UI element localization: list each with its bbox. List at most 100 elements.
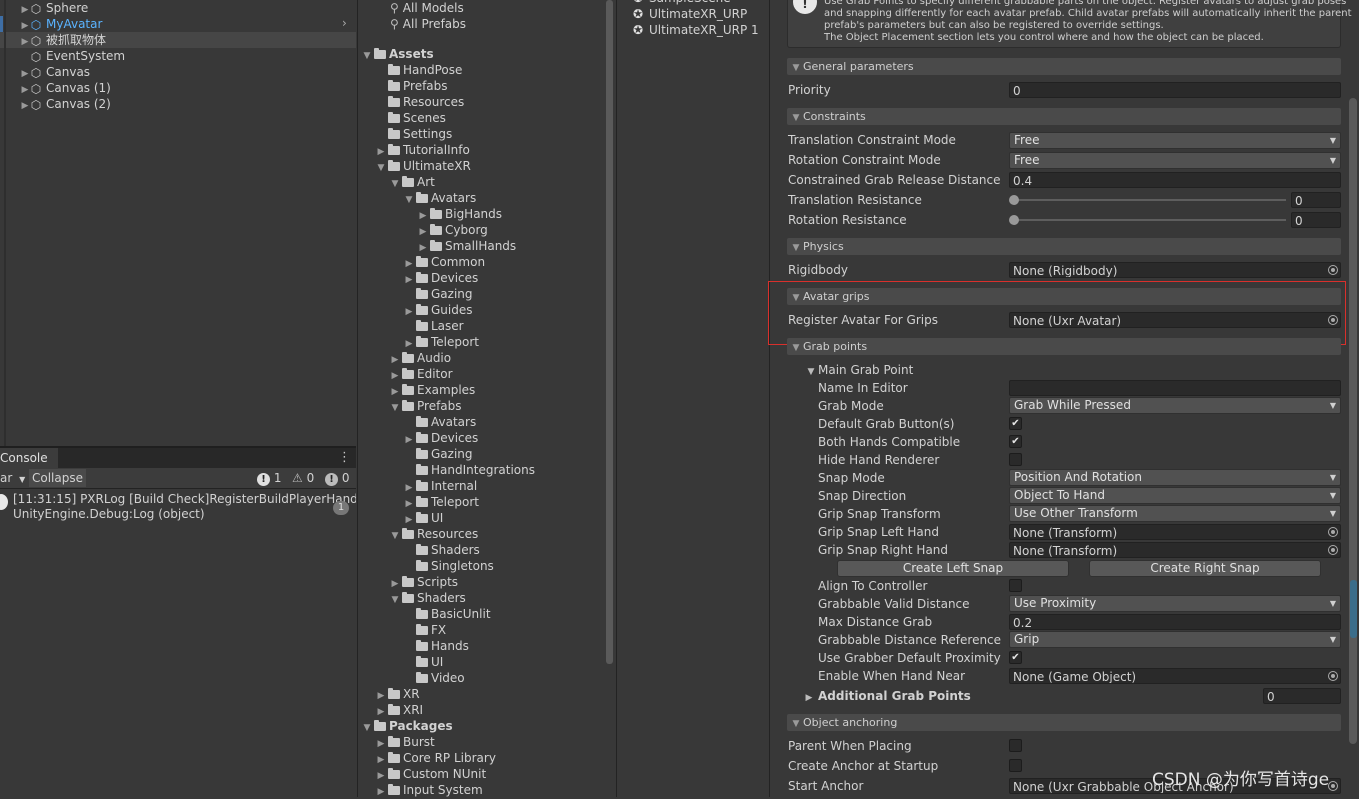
rotation-resistance-slider[interactable] <box>1013 219 1286 221</box>
foldout-open-icon[interactable]: ▼ <box>362 48 372 64</box>
project-folder-item[interactable]: ▼ Packages <box>362 718 453 734</box>
project-folder-item[interactable]: ▶ SmallHands <box>418 238 517 254</box>
project-folder-item[interactable]: ▼ Assets <box>362 46 434 62</box>
foldout-open-icon[interactable]: ▼ <box>390 176 400 192</box>
favorite-all-models[interactable]: ⚲ All Models <box>390 0 464 16</box>
object-anchoring-header[interactable]: ▼ Object anchoring <box>787 714 1341 731</box>
foldout-open-icon[interactable]: ▼ <box>362 720 372 736</box>
collapse-button[interactable]: Collapse <box>29 469 86 487</box>
grip-right-field[interactable]: None (Transform) <box>1009 542 1341 558</box>
foldout-closed-icon[interactable]: ▶ <box>376 784 386 797</box>
foldout-open-icon[interactable]: ▼ <box>390 528 400 544</box>
hierarchy-item[interactable]: ⬡ EventSystem <box>20 48 125 64</box>
project-folder-item[interactable]: HandIntegrations <box>404 462 535 478</box>
object-picker-icon[interactable] <box>1328 671 1338 681</box>
project-folder-item[interactable]: ▼ Shaders <box>390 590 466 606</box>
warning-count-toggle[interactable]: ⚠ 0 <box>292 469 314 487</box>
default-proximity-checkbox[interactable]: ✔ <box>1009 651 1022 664</box>
project-folder-item[interactable]: Singletons <box>404 558 494 574</box>
parent-placing-checkbox[interactable] <box>1009 739 1022 752</box>
project-folder-item[interactable]: ▼ UltimateXR <box>376 158 471 174</box>
foldout-open-icon[interactable]: ▼ <box>390 592 400 608</box>
hierarchy-item[interactable]: ▶ ⬡ Canvas (1) <box>20 80 111 96</box>
project-folder-item[interactable]: ▶ XRI <box>376 702 424 718</box>
project-asset-item[interactable]: ✪ UltimateXR_URP <box>633 6 747 22</box>
chevron-right-icon[interactable]: › <box>342 16 347 30</box>
valid-distance-dropdown[interactable]: Use Proximity ▼ <box>1009 595 1341 612</box>
project-folder-item[interactable]: ▼ Avatars <box>404 190 477 208</box>
object-picker-icon[interactable] <box>1328 527 1338 537</box>
foldout-closed-icon[interactable]: ▶ <box>20 98 30 114</box>
project-folder-item[interactable]: ▶ Editor <box>390 366 453 382</box>
priority-field[interactable]: 0 <box>1009 82 1341 98</box>
error-count-toggle[interactable]: ! 0 <box>325 469 349 487</box>
general-parameters-header[interactable]: ▼ General parameters <box>787 58 1341 75</box>
create-right-snap-button[interactable]: Create Right Snap <box>1089 560 1321 577</box>
foldout-open-icon[interactable]: ▼ <box>404 192 414 208</box>
project-folder-item[interactable]: Hands <box>404 638 469 654</box>
project-folder-item[interactable]: ▶ BigHands <box>418 206 503 222</box>
create-left-snap-button[interactable]: Create Left Snap <box>837 560 1069 577</box>
project-folder-item[interactable]: ▶ Scripts <box>390 574 459 590</box>
project-tree-scrollbar[interactable] <box>606 0 613 664</box>
create-anchor-checkbox[interactable] <box>1009 759 1022 772</box>
project-folder-item[interactable]: Avatars <box>404 414 476 430</box>
project-folder-item[interactable]: ▶ Teleport <box>404 334 479 350</box>
rigidbody-field[interactable]: None (Rigidbody) <box>1009 262 1341 278</box>
project-folder-item[interactable]: Gazing <box>404 446 473 462</box>
release-distance-field[interactable]: 0.4 <box>1009 172 1341 188</box>
project-folder-item[interactable]: FX <box>404 622 446 638</box>
console-log-entry[interactable]: [11:31:15] PXRLog [Build Check]RegisterB… <box>0 492 356 524</box>
object-picker-icon[interactable] <box>1328 781 1338 791</box>
inspector-scrollbar[interactable] <box>1349 98 1357 744</box>
project-asset-item[interactable]: ✪ UltimateXR_URP 1 <box>633 22 759 38</box>
project-folder-item[interactable]: ▶ Custom NUnit <box>376 766 487 782</box>
default-grab-checkbox[interactable]: ✔ <box>1009 417 1022 430</box>
project-folder-item[interactable]: ▶ Teleport <box>404 494 479 510</box>
translation-resistance-field[interactable]: 0 <box>1291 192 1341 208</box>
project-folder-item[interactable]: ▶ Internal <box>404 478 478 494</box>
align-controller-checkbox[interactable] <box>1009 579 1022 592</box>
project-folder-item[interactable]: Video <box>404 670 465 686</box>
project-folder-item[interactable]: ▶ Burst <box>376 734 435 750</box>
clear-button[interactable]: ar ▼ <box>0 469 27 487</box>
project-folder-item[interactable]: ▶ Cyborg <box>418 222 488 238</box>
snap-direction-dropdown[interactable]: Object To Hand ▼ <box>1009 487 1341 504</box>
additional-points-field[interactable]: 0 <box>1263 688 1341 704</box>
project-folder-item[interactable]: ▶ Audio <box>390 350 452 366</box>
snap-mode-dropdown[interactable]: Position And Rotation ▼ <box>1009 469 1341 486</box>
project-folder-item[interactable]: ▶ Devices <box>404 270 479 286</box>
project-folder-item[interactable]: ▶ Input System <box>376 782 483 797</box>
object-picker-icon[interactable] <box>1328 265 1338 275</box>
project-folder-item[interactable]: Laser <box>404 318 464 334</box>
max-distance-field[interactable]: 0.2 <box>1009 614 1341 630</box>
project-folder-item[interactable]: ▶ Devices <box>404 430 479 446</box>
grip-left-field[interactable]: None (Transform) <box>1009 524 1341 540</box>
hierarchy-item[interactable]: ▶ ⬡ 被抓取物体 <box>20 32 106 48</box>
hierarchy-item[interactable]: ▶ ⬡ MyAvatar <box>20 16 103 32</box>
grab-mode-dropdown[interactable]: Grab While Pressed ▼ <box>1009 397 1341 414</box>
hide-hand-checkbox[interactable] <box>1009 453 1022 466</box>
translation-resistance-knob[interactable] <box>1009 195 1019 205</box>
info-count-toggle[interactable]: ! 1 <box>257 469 281 487</box>
project-folder-item[interactable]: ▶ XR <box>376 686 420 702</box>
translation-mode-dropdown[interactable]: Free ▼ <box>1009 132 1341 149</box>
main-grab-point-foldout[interactable]: ▼ Main Grab Point <box>806 361 914 379</box>
project-folder-item[interactable]: ▼ Resources <box>390 526 479 544</box>
project-folder-item[interactable]: UI <box>404 654 443 670</box>
hierarchy-item[interactable]: ▶ ⬡ Canvas <box>20 64 91 80</box>
project-folder-item[interactable]: ▶ Guides <box>404 302 473 318</box>
project-folder-item[interactable]: ▶ UI <box>404 510 444 526</box>
both-hands-checkbox[interactable]: ✔ <box>1009 435 1022 448</box>
project-folder-item[interactable]: Prefabs <box>376 78 448 94</box>
rotation-mode-dropdown[interactable]: Free ▼ <box>1009 152 1341 169</box>
project-folder-item[interactable]: Gazing <box>404 286 473 302</box>
rotation-resistance-field[interactable]: 0 <box>1291 212 1341 228</box>
foldout-open-icon[interactable]: ▼ <box>376 160 386 176</box>
physics-header[interactable]: ▼ Physics <box>787 238 1341 255</box>
name-in-editor-field[interactable] <box>1009 380 1341 396</box>
translation-resistance-slider[interactable] <box>1013 199 1286 201</box>
project-folder-item[interactable]: ▼ Art <box>390 174 435 190</box>
object-picker-icon[interactable] <box>1328 545 1338 555</box>
distance-reference-dropdown[interactable]: Grip ▼ <box>1009 631 1341 648</box>
